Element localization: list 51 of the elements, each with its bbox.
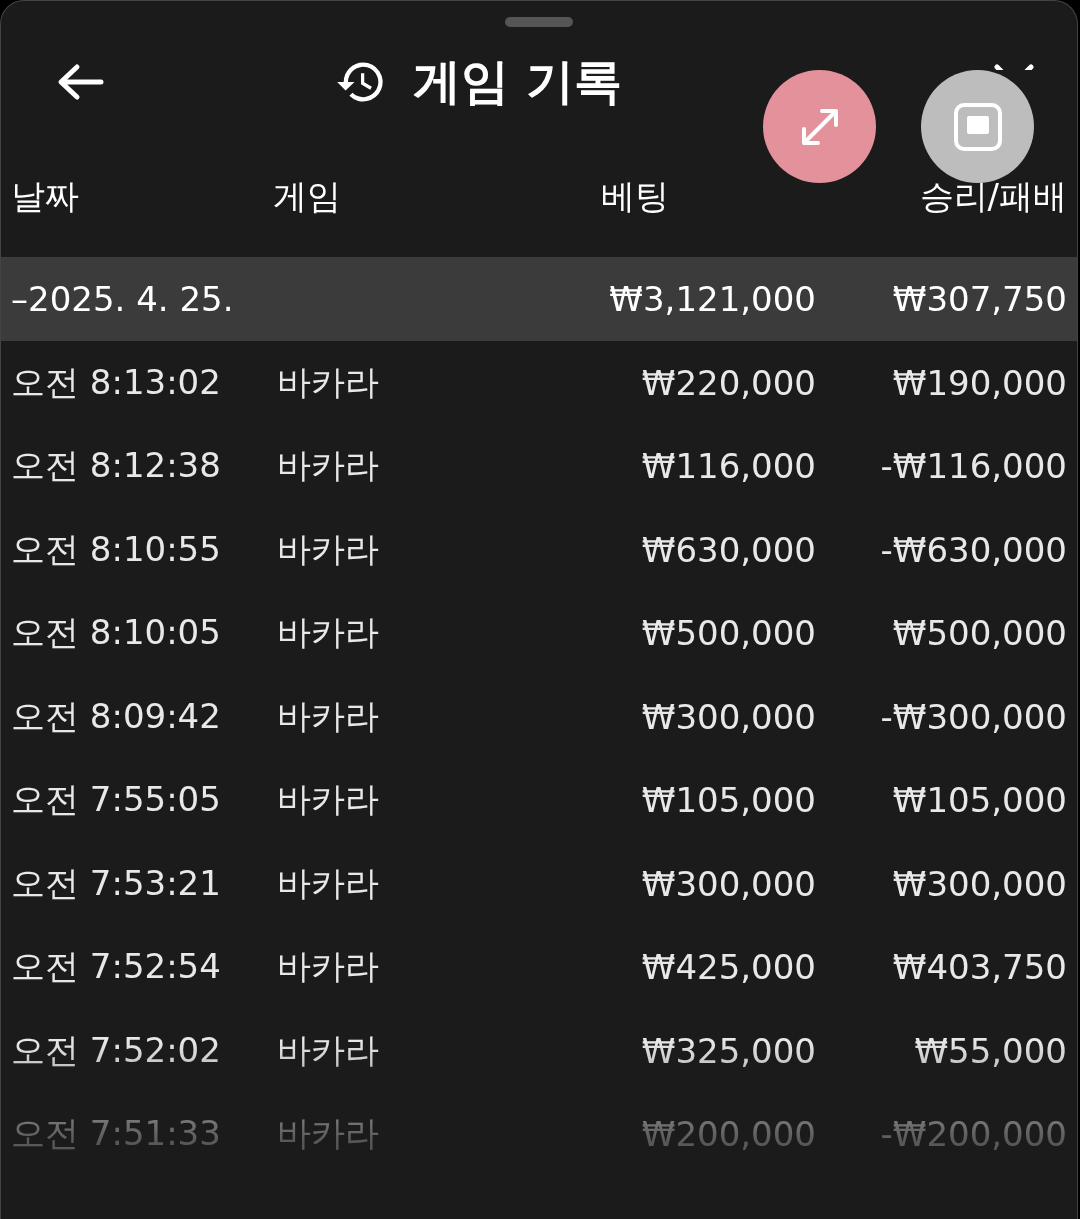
result-cell-text: ₩55,000: [913, 1030, 1067, 1071]
group-date: –2025. 4. 25.: [11, 279, 235, 319]
group-bet-total: ₩3,121,000: [608, 279, 816, 319]
result-cell-text: ₩190,000: [891, 362, 1067, 403]
column-header: 게임: [273, 175, 342, 218]
bet-cell-text: ₩630,000: [640, 529, 816, 570]
result-cell-text: -₩116,000: [879, 446, 1067, 487]
time-cell-text: 오전 7:53:21: [11, 861, 222, 905]
column-header: 승리/패배: [918, 175, 1067, 218]
game-cell-text: 바카라: [276, 945, 380, 989]
time-cell-text: 오전 8:10:55: [11, 527, 222, 571]
time-cell-text: 오전 7:52:02: [11, 1028, 222, 1072]
bet-cell-text: ₩500,000: [640, 613, 816, 654]
bet-cell-text: ₩425,000: [640, 947, 816, 988]
game-cell-text: 바카라: [276, 1028, 380, 1072]
game-cell-text: 바카라: [276, 527, 380, 571]
time-cell-text: 오전 8:12:38: [11, 444, 222, 488]
page-title: 게임 기록: [413, 52, 622, 111]
bet-cell-text: ₩105,000: [640, 780, 816, 821]
time-cell-text: 오전 7:55:05: [11, 778, 222, 822]
bet-cell-text: ₩325,000: [640, 1030, 816, 1071]
column-header: 날짜: [11, 175, 80, 218]
result-cell-text: -₩630,000: [879, 529, 1067, 570]
game-cell-text: 바카라: [276, 611, 380, 655]
bet-cell-text: ₩300,000: [640, 863, 816, 904]
bet-cell-text: ₩200,000: [640, 1114, 816, 1155]
drag-handle[interactable]: [505, 17, 573, 27]
result-cell-text: -₩300,000: [879, 696, 1067, 737]
game-cell-text: 바카라: [276, 360, 380, 404]
game-cell-text: 바카라: [276, 861, 380, 905]
game-cell-text: 바카라: [276, 694, 380, 738]
window-icon: [951, 100, 1004, 153]
time-cell-text: 오전 8:10:05: [11, 611, 222, 655]
column-header: 베팅: [600, 175, 670, 218]
group-result-total: ₩307,750: [891, 279, 1067, 319]
bet-cell-text: ₩116,000: [640, 446, 816, 487]
result-cell-text: ₩403,750: [891, 947, 1067, 988]
game-cell-text: 바카라: [276, 778, 380, 822]
bet-cell-text: ₩220,000: [640, 362, 816, 403]
result-cell-text: -₩200,000: [879, 1114, 1067, 1155]
result-cell-text: ₩300,000: [891, 863, 1067, 904]
result-cell-text: ₩105,000: [891, 780, 1067, 821]
date-group-row[interactable]: –2025. 4. 25. ₩3,121,000 ₩307,750: [1, 257, 1077, 341]
game-cell-text: 바카라: [276, 444, 380, 488]
time-cell-text: 오전 7:52:54: [11, 945, 222, 989]
result-cell-text: ₩500,000: [891, 613, 1067, 654]
bet-cell-text: ₩300,000: [640, 696, 816, 737]
time-cell-text: 오전 8:13:02: [11, 360, 222, 404]
time-cell-text: 오전 7:51:33: [11, 1112, 222, 1156]
time-cell-text: 오전 8:09:42: [11, 694, 222, 738]
game-cell-text: 바카라: [276, 1112, 380, 1156]
